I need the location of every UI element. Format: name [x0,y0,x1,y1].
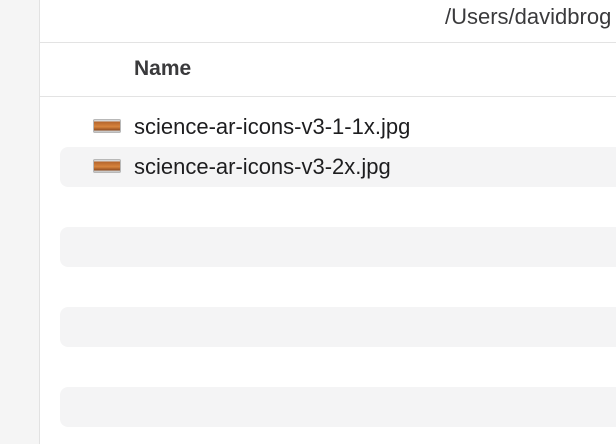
name-column-header[interactable]: Name [134,57,191,81]
file-name: science-ar-icons-v3-2x.jpg [134,154,391,179]
current-path[interactable]: /Users/davidbrog [445,4,611,30]
jpg-image-icon [93,159,121,173]
file-list: science-ar-icons-v3-1-1x.jpg science-ar-… [40,97,616,444]
path-bar: /Users/davidbrog [40,0,616,43]
empty-row [60,227,616,267]
empty-row [60,187,616,227]
empty-row [60,387,616,427]
finder-window: /Users/davidbrog Name science-ar-icons-v… [0,0,616,444]
empty-row [60,307,616,347]
file-row[interactable]: science-ar-icons-v3-1-1x.jpg [60,107,616,147]
file-name: science-ar-icons-v3-1-1x.jpg [134,114,411,139]
sidebar [0,0,40,444]
jpg-image-icon [93,119,121,133]
empty-row [60,347,616,387]
file-row[interactable]: science-ar-icons-v3-2x.jpg [60,147,616,187]
empty-row [60,267,616,307]
column-header: Name [40,43,616,97]
